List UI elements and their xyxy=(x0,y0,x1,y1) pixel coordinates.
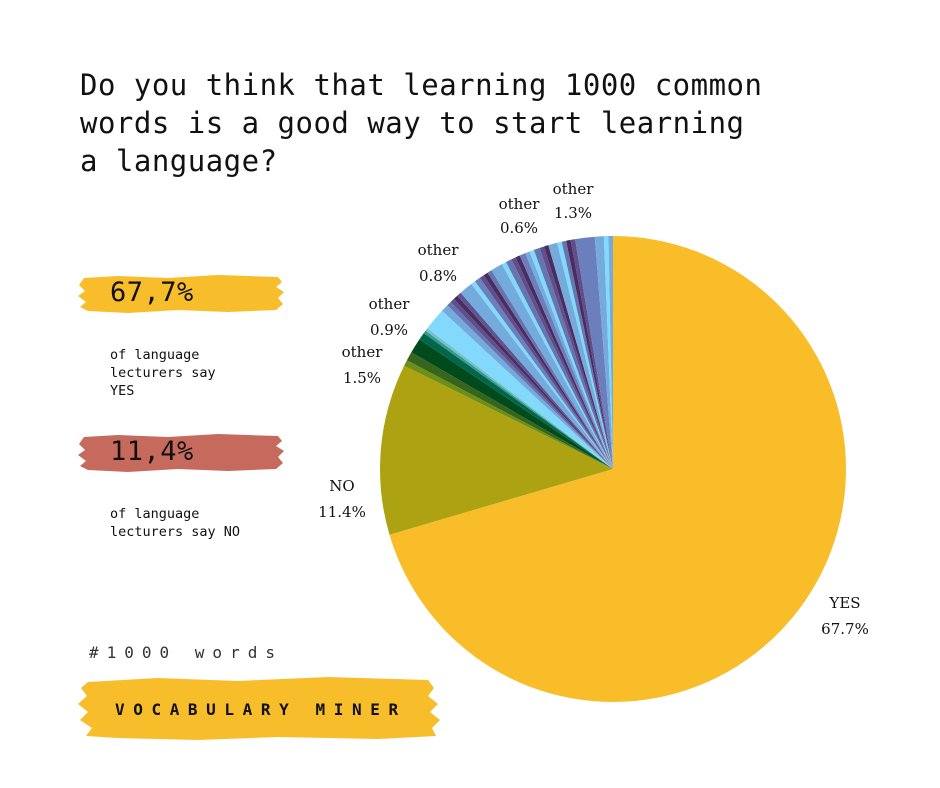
slice-label-percent: 11.4% xyxy=(318,503,366,521)
slice-label-name: other xyxy=(499,195,541,213)
slice-label-name: other xyxy=(342,343,384,361)
slice-label-percent: 1.3% xyxy=(554,204,592,222)
slice-label-percent: 0.9% xyxy=(370,321,408,339)
pie-chart: YES 67.7% NO 11.4% other 1.5% other 0.9% other 0.… xyxy=(318,180,869,702)
slice-label-name: NO xyxy=(329,477,354,495)
slice-label-name: YES xyxy=(828,594,860,612)
slice-label-name: other xyxy=(418,241,460,259)
slice-label-percent: 1.5% xyxy=(343,369,381,387)
slice-label-percent: 67.7% xyxy=(821,620,869,638)
slice-label-name: other xyxy=(369,295,411,313)
slice-label-percent: 0.8% xyxy=(419,267,457,285)
slice-label-name: other xyxy=(553,180,595,198)
slice-label-percent: 0.6% xyxy=(500,219,538,237)
